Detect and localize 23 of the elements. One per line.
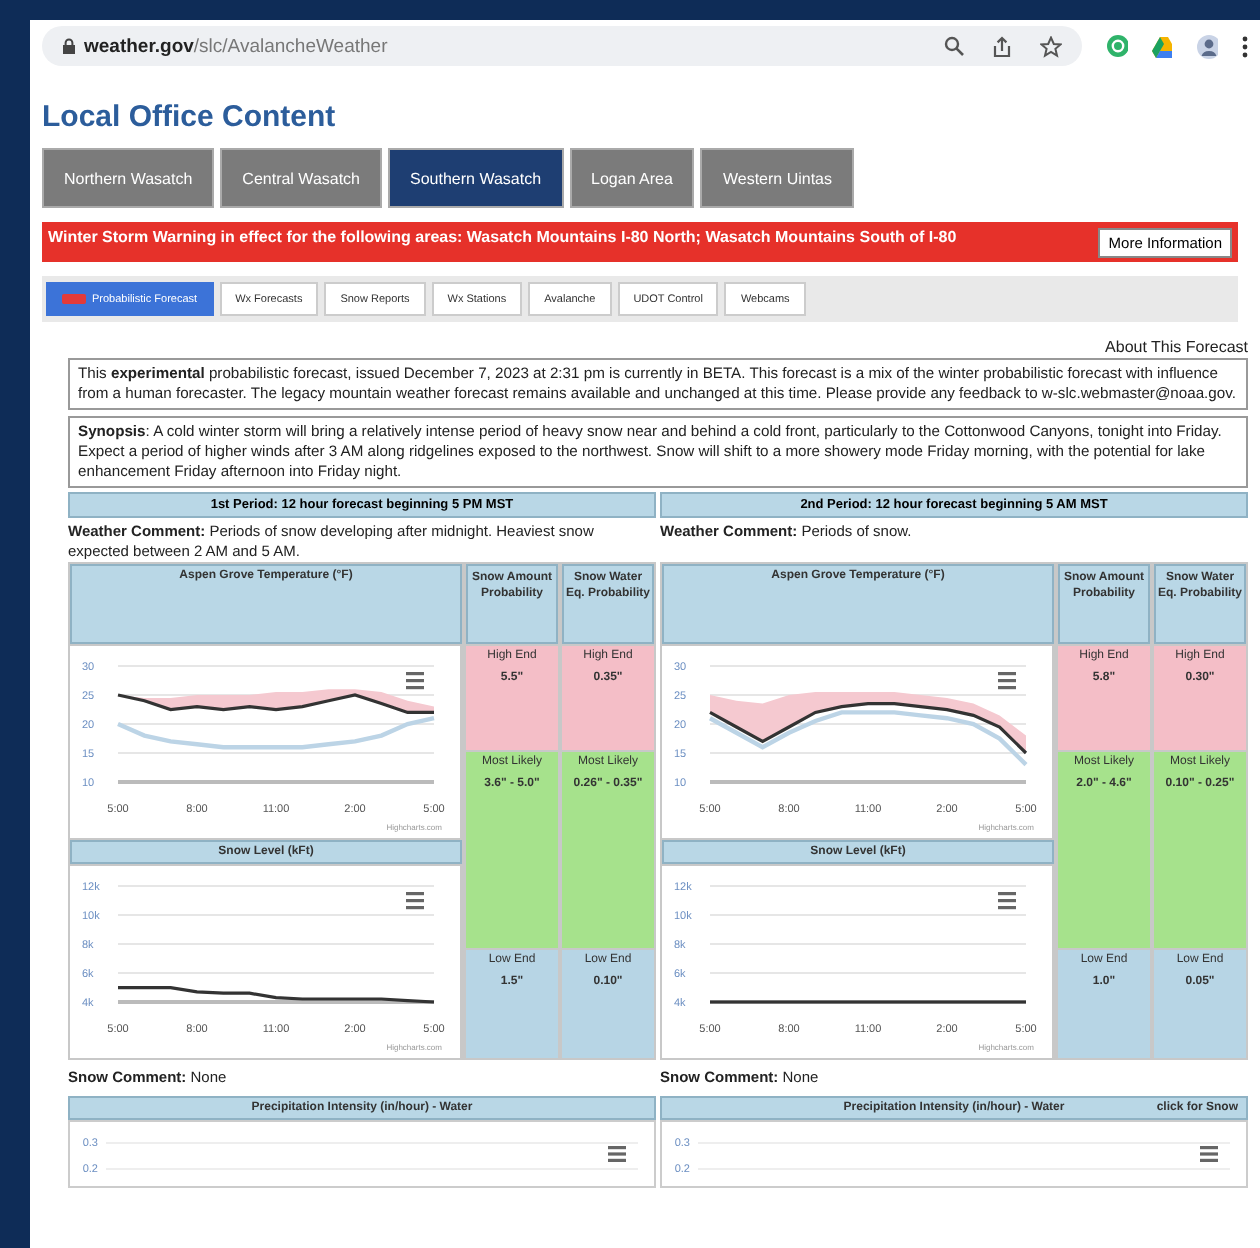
drive-icon[interactable]	[1151, 35, 1172, 57]
region-tab[interactable]: Southern Wasatch	[388, 148, 564, 208]
address-bar[interactable]: weather.gov/slc/AvalancheWeather	[42, 26, 1082, 66]
lock-icon	[62, 38, 76, 54]
menu-icon[interactable]	[406, 892, 424, 910]
menu-icon[interactable]	[1200, 1146, 1218, 1162]
region-tab[interactable]: Central Wasatch	[220, 148, 383, 208]
region-tab[interactable]: Western Uintas	[700, 148, 855, 208]
about-link[interactable]: About This Forecast	[1105, 338, 1248, 356]
extension-icon[interactable]	[1106, 34, 1127, 58]
menu-icon[interactable]	[998, 892, 1016, 910]
page-title: Local Office Content	[42, 100, 338, 134]
menu-icon[interactable]	[998, 672, 1016, 690]
menu-icon[interactable]	[608, 1146, 626, 1162]
menu-icon[interactable]	[406, 672, 424, 690]
region-tab[interactable]: Northern Wasatch	[42, 148, 215, 208]
warning-text: Winter Storm Warning in effect for the following areas: Wasatch Mountains I-80 North; Wasatch Mountains South of I-80	[48, 228, 959, 248]
search-icon[interactable]	[944, 36, 964, 56]
more-icon[interactable]	[1242, 35, 1248, 57]
profile-icon[interactable]	[1196, 33, 1219, 59]
star-icon[interactable]	[1040, 35, 1062, 57]
region-tab[interactable]: Logan Area	[569, 148, 695, 208]
share-icon[interactable]	[992, 35, 1012, 57]
